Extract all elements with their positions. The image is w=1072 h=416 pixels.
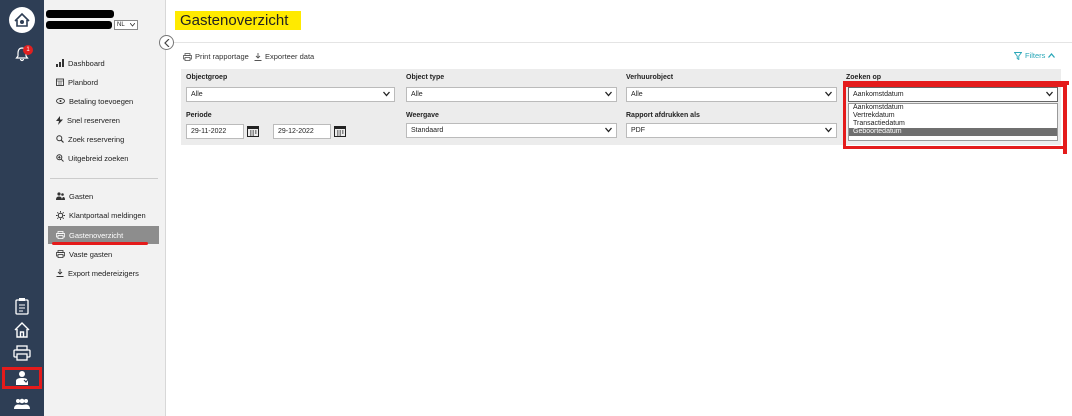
- language-select[interactable]: NL: [114, 20, 138, 30]
- annotation-underline-gastenoverzicht: [52, 242, 148, 245]
- group-icon[interactable]: [12, 394, 32, 414]
- verhuurobject-select[interactable]: Alle: [626, 87, 837, 102]
- house-icon[interactable]: [12, 320, 32, 340]
- menu-item-uitgebreid-zoeken[interactable]: Uitgebreid zoeken: [56, 151, 128, 165]
- calendar-from-icon[interactable]: [246, 124, 260, 138]
- funnel-icon: [1014, 51, 1022, 60]
- verhuurobject-label: Verhuurobject: [626, 74, 674, 81]
- periode-label: Periode: [186, 112, 212, 119]
- menu-item-gastenoverzicht[interactable]: Gastenoverzicht: [56, 228, 123, 242]
- periode-from-input[interactable]: 29-11-2022: [186, 124, 244, 139]
- dropdown-option-aankomstdatum[interactable]: Aankomstdatum: [849, 104, 1057, 112]
- printer-icon: [183, 52, 192, 61]
- chevron-up-icon: [1048, 53, 1056, 58]
- printer-icon: [56, 250, 65, 258]
- calendar-icon: [56, 78, 64, 86]
- chevron-left-icon: [163, 38, 169, 47]
- printer-icon: [56, 231, 65, 239]
- zoom-icon: [56, 154, 64, 162]
- annotation-line-top: [843, 81, 1069, 85]
- dropdown-option-transactiedatum[interactable]: Transactiedatum: [849, 120, 1057, 128]
- search-icon: [56, 135, 64, 143]
- weergave-select[interactable]: Standaard: [406, 123, 617, 138]
- menu-item-vaste-gasten[interactable]: Vaste gasten: [56, 247, 112, 261]
- filters-toggle[interactable]: Filters: [1014, 51, 1056, 60]
- chevron-down-icon: [383, 91, 390, 97]
- dropdown-option-vertrekdatum[interactable]: Vertrekdatum: [849, 112, 1057, 120]
- download-icon: [254, 52, 262, 61]
- chevron-down-icon: [825, 127, 832, 133]
- menu-item-planbord[interactable]: Planbord: [56, 75, 98, 89]
- lightning-icon: [56, 115, 63, 125]
- gear-icon: [56, 210, 65, 220]
- rapport-select[interactable]: PDF: [626, 123, 837, 138]
- icon-rail: 1: [0, 0, 44, 416]
- chevron-down-icon: [130, 23, 135, 27]
- bar-chart-icon: [56, 59, 64, 67]
- chevron-down-icon: [1046, 91, 1053, 97]
- menu-divider: [50, 178, 158, 179]
- annotation-line-right: [1063, 81, 1067, 154]
- payment-icon: [56, 98, 65, 104]
- chevron-down-icon: [825, 91, 832, 97]
- objectgroep-label: Objectgroep: [186, 74, 228, 81]
- menu-item-export-medereizigers[interactable]: Export medereizigers: [56, 266, 139, 280]
- redacted-username: [46, 10, 114, 18]
- redacted-account: [46, 21, 112, 29]
- menu-item-klantportaal-meldingen[interactable]: Klantportaal meldingen: [56, 208, 146, 222]
- menu-item-gasten[interactable]: Gasten: [56, 189, 93, 203]
- menu-item-zoek-reservering[interactable]: Zoek reservering: [56, 132, 124, 146]
- users-icon: [56, 192, 65, 200]
- notification-badge: 1: [23, 45, 33, 55]
- collapse-menu-button[interactable]: [159, 35, 174, 50]
- printer-icon[interactable]: [12, 343, 32, 363]
- weergave-label: Weergave: [406, 112, 439, 119]
- chevron-down-icon: [605, 127, 612, 133]
- clipboard-icon[interactable]: [12, 296, 32, 316]
- periode-to-input[interactable]: 29-12-2022: [273, 124, 331, 139]
- home-logo-icon[interactable]: [9, 7, 35, 33]
- page-title: Gastenoverzicht: [180, 12, 289, 29]
- zoeken-op-select[interactable]: Aankomstdatum: [848, 87, 1058, 102]
- rapport-label: Rapport afdrukken als: [626, 112, 700, 119]
- print-report-button[interactable]: Print rapportage: [183, 51, 249, 62]
- objectgroep-select[interactable]: Alle: [186, 87, 395, 102]
- menu-item-dashboard[interactable]: Dashboard: [56, 56, 105, 70]
- annotation-mark-rail: [2, 367, 42, 389]
- calendar-to-icon[interactable]: [333, 124, 347, 138]
- dropdown-option-geboortedatum[interactable]: Geboortedatum: [849, 128, 1057, 136]
- zoeken-op-dropdown: Aankomstdatum Vertrekdatum Transactiedat…: [848, 103, 1058, 141]
- menu-item-betaling-toevoegen[interactable]: Betaling toevoegen: [56, 94, 133, 108]
- chevron-down-icon: [605, 91, 612, 97]
- objecttype-select[interactable]: Alle: [406, 87, 617, 102]
- header-divider: [166, 42, 1072, 43]
- zoeken-op-label: Zoeken op: [846, 74, 882, 81]
- objecttype-label: Object type: [406, 74, 445, 81]
- download-icon: [56, 269, 64, 277]
- export-data-button[interactable]: Exporteer data: [254, 51, 314, 62]
- menu-item-snel-reserveren[interactable]: Snel reserveren: [56, 113, 120, 127]
